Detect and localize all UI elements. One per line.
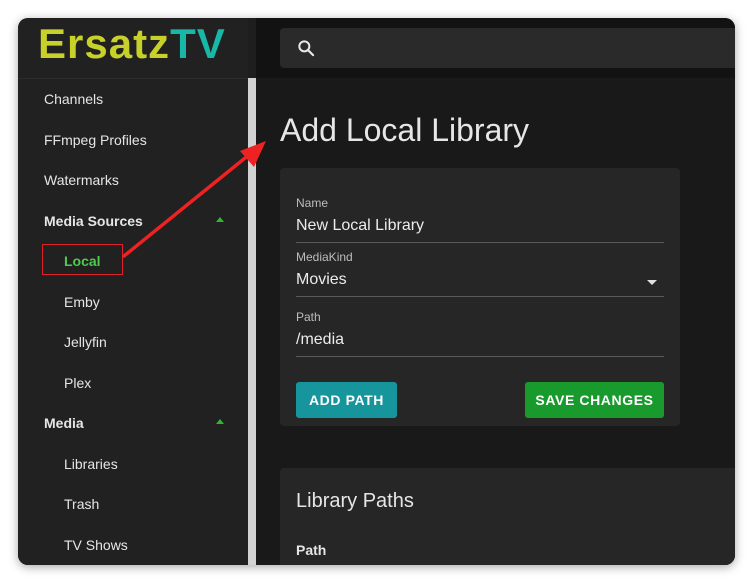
sidebar-item-emby[interactable]: Emby	[64, 293, 100, 311]
path-field[interactable]: /media	[296, 331, 344, 349]
name-field-label: Name	[296, 196, 329, 210]
search-input[interactable]	[280, 28, 735, 68]
top-bar	[256, 18, 735, 78]
chevron-up-icon[interactable]	[216, 419, 224, 424]
sidebar-divider	[18, 78, 248, 79]
sidebar: ErsatzTV Channels FFmpeg Profiles Waterm…	[18, 18, 248, 565]
annotation-highlight-box	[42, 244, 123, 275]
sidebar-item-ffmpeg-profiles[interactable]: FFmpeg Profiles	[44, 131, 147, 149]
path-column-header[interactable]: Path	[296, 542, 326, 558]
path-field-underline	[296, 356, 664, 357]
name-field[interactable]: New Local Library	[296, 217, 424, 235]
sidebar-group-media[interactable]: Media	[44, 414, 84, 432]
sidebar-item-watermarks[interactable]: Watermarks	[44, 171, 119, 189]
sidebar-item-trash[interactable]: Trash	[64, 495, 99, 513]
library-paths-card: Library Paths Path	[280, 468, 735, 565]
library-form-card: Name New Local Library MediaKind Movies …	[280, 168, 680, 426]
logo-part-ersatz: Ersatz	[38, 20, 171, 67]
library-paths-title: Library Paths	[296, 490, 414, 512]
main-content: Add Local Library Name New Local Library…	[256, 78, 735, 565]
mediakind-field-label: MediaKind	[296, 250, 353, 264]
sidebar-item-plex[interactable]: Plex	[64, 374, 91, 392]
app-window: ErsatzTV Channels FFmpeg Profiles Waterm…	[18, 18, 735, 565]
dropdown-arrow-icon[interactable]	[647, 280, 657, 285]
save-changes-button[interactable]: SAVE CHANGES	[525, 382, 664, 418]
name-field-underline	[296, 242, 664, 243]
sidebar-group-media-sources[interactable]: Media Sources	[44, 212, 143, 230]
search-icon[interactable]	[296, 38, 316, 58]
sidebar-item-tv-shows[interactable]: TV Shows	[64, 536, 128, 554]
sidebar-item-libraries[interactable]: Libraries	[64, 455, 118, 473]
add-path-button[interactable]: ADD PATH	[296, 382, 397, 418]
sidebar-scrollbar[interactable]	[248, 78, 256, 565]
app-logo[interactable]: ErsatzTV	[38, 20, 226, 68]
logo-part-tv: TV	[170, 20, 226, 67]
sidebar-item-jellyfin[interactable]: Jellyfin	[64, 333, 107, 351]
mediakind-select[interactable]: Movies	[296, 271, 347, 289]
path-field-label: Path	[296, 310, 321, 324]
sidebar-item-channels[interactable]: Channels	[44, 90, 103, 108]
page-title: Add Local Library	[280, 112, 530, 148]
chevron-up-icon[interactable]	[216, 217, 224, 222]
mediakind-select-underline	[296, 296, 664, 297]
